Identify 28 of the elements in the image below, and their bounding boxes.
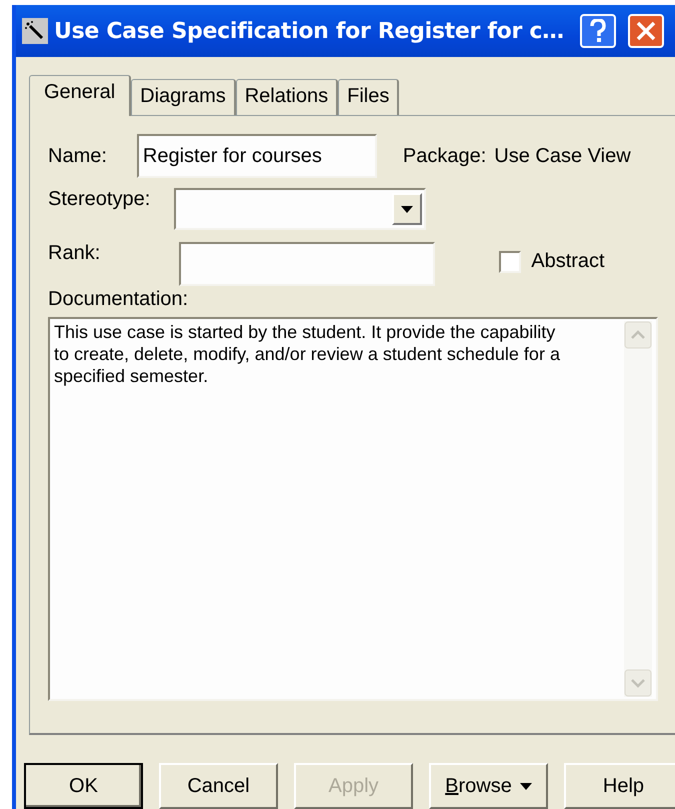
close-icon [636,21,656,41]
wand-icon [22,18,48,44]
dialog-button[interactable]: Help [564,763,675,809]
question-mark-icon [590,19,606,43]
stereotype-dropdown[interactable] [174,188,426,230]
documentation-text: This use case is started by the student. It provide the capability to create, delete, modify, and/or review a student schedule for a specified semester. [54,321,561,388]
name-field[interactable]: Register for courses [136,134,377,178]
checkbox[interactable] [499,250,522,272]
field-label: Package: [402,144,486,168]
field-label: Stereotype: [48,188,150,211]
close-button[interactable] [628,14,664,48]
dropdown-arrow-icon [401,206,414,212]
rank-field[interactable] [179,242,436,286]
window-title: Use Case Specification for Register for c… [54,18,564,44]
dialog-button[interactable]: Browse [429,763,548,809]
tab[interactable]: Files [338,79,400,115]
tab[interactable]: General [29,75,132,116]
dialog-button[interactable]: Cancel [159,763,278,809]
dialog-button[interactable]: OK [24,763,143,809]
help-button[interactable] [580,14,616,48]
dropdown-arrow-icon [520,782,532,790]
field-label: Rank: [48,242,100,265]
tab[interactable]: Relations [236,79,338,115]
checkbox-label: Abstract [531,250,605,273]
package-value: Use Case View [494,144,631,168]
field-label: Documentation: [48,288,190,311]
field-label: Name: [48,144,107,168]
tab[interactable]: Diagrams [131,79,236,115]
